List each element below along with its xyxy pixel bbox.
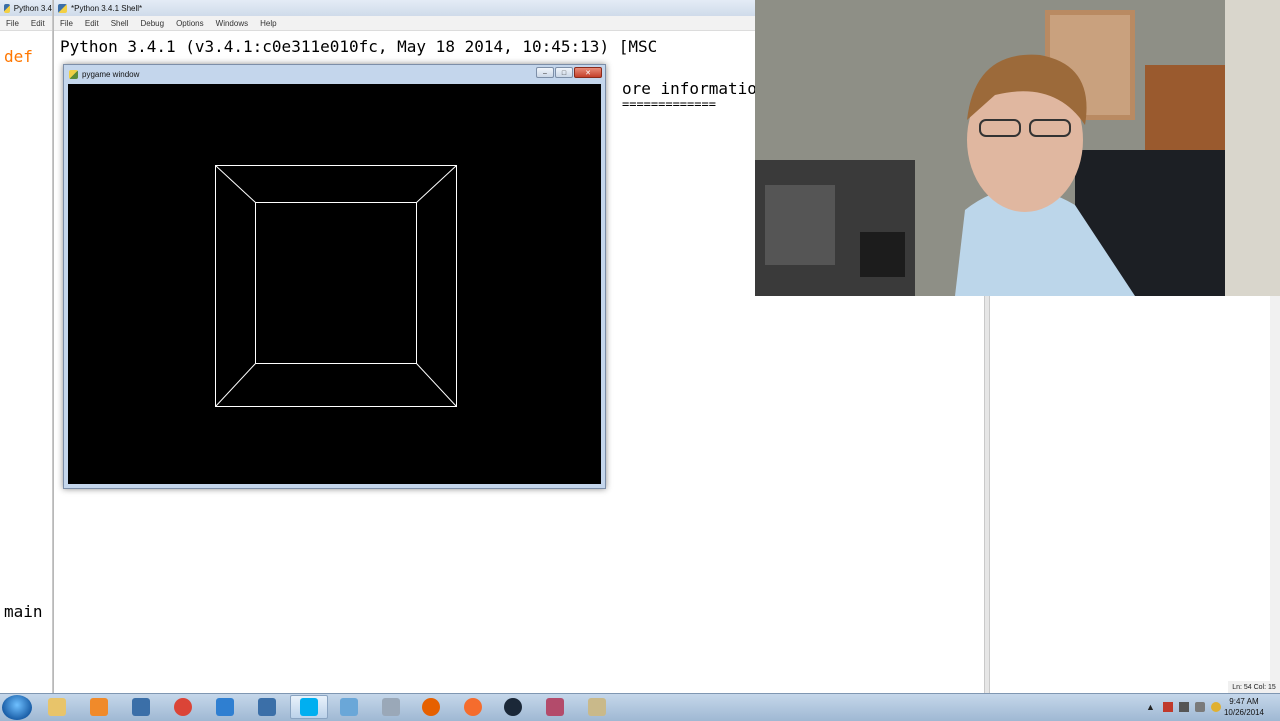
pygame-icon	[69, 69, 78, 79]
tool-icon	[588, 698, 606, 716]
python-idle-icon	[258, 698, 276, 716]
steam-icon	[504, 698, 522, 716]
taskbar-app-firefox[interactable]	[412, 695, 450, 719]
webcam-app-icon	[382, 698, 400, 716]
shell-banner-line: Python 3.4.1 (v3.4.1:c0e311e010fc, May 1…	[60, 37, 658, 56]
shell-info-line: ore informatio	[622, 79, 756, 98]
chrome-icon	[174, 698, 192, 716]
menu-edit[interactable]: Edit	[25, 19, 51, 28]
clock[interactable]: 9:47 AM 10/26/2014	[1224, 696, 1264, 718]
taskbar: ▲ 9:47 AM 10/26/2014	[0, 693, 1280, 721]
cube-back-face	[255, 202, 417, 364]
code-main-call: main	[4, 602, 43, 621]
firefox-icon	[422, 698, 440, 716]
cube-edge-top-left	[215, 165, 256, 203]
notepad-icon	[340, 698, 358, 716]
taskbar-app-skype[interactable]	[290, 695, 328, 719]
tray-app-icon[interactable]	[1210, 702, 1221, 712]
close-button[interactable]: ✕	[574, 67, 602, 78]
taskbar-app-webcam-app[interactable]	[372, 695, 410, 719]
pygame-titlebar[interactable]: pygame window	[64, 65, 605, 83]
menu-help[interactable]: Help	[254, 19, 282, 28]
origin-icon	[464, 698, 482, 716]
right-editor-area	[755, 296, 1280, 693]
clock-date: 10/26/2014	[1223, 708, 1264, 717]
menu-debug[interactable]: Debug	[134, 19, 170, 28]
taskbar-app-chrome[interactable]	[164, 695, 202, 719]
editor-status-position: Ln: 54 Col: 15	[1228, 681, 1280, 693]
python-icon	[58, 3, 67, 13]
python-icon	[4, 3, 10, 13]
pygame-window[interactable]: pygame window – □ ✕	[63, 64, 606, 489]
media-player-icon	[90, 698, 108, 716]
network-icon[interactable]	[1178, 702, 1189, 712]
taskbar-app-origin[interactable]	[454, 695, 492, 719]
taskbar-app-python-file[interactable]	[122, 695, 160, 719]
menu-file[interactable]: File	[0, 19, 25, 28]
taskbar-app-paint[interactable]	[536, 695, 574, 719]
taskbar-app-python-idle[interactable]	[248, 695, 286, 719]
shell-separator-line: =============	[622, 97, 716, 111]
maximize-button[interactable]: □	[555, 67, 573, 78]
shell-title: *Python 3.4.1 Shell*	[71, 3, 143, 13]
taskbar-app-tool[interactable]	[578, 695, 616, 719]
pygame-title: pygame window	[82, 69, 140, 79]
python-file-icon	[132, 698, 150, 716]
shell-titlebar[interactable]: *Python 3.4.1 Shell*	[54, 0, 756, 16]
taskbar-app-media-player[interactable]	[80, 695, 118, 719]
vertical-scrollbar[interactable]	[1270, 296, 1280, 693]
app-blue-icon	[216, 698, 234, 716]
taskbar-app-steam[interactable]	[494, 695, 532, 719]
volume-icon[interactable]	[1194, 702, 1205, 712]
cube-front-face	[215, 165, 457, 407]
cube-edge-bottom-left	[215, 363, 256, 407]
menu-options[interactable]: Options	[170, 19, 210, 28]
clock-time: 9:47 AM	[1229, 697, 1259, 706]
minimize-button[interactable]: –	[536, 67, 554, 78]
taskbar-app-windows-explorer[interactable]	[38, 695, 76, 719]
window-divider[interactable]	[984, 296, 990, 693]
windows-explorer-icon	[48, 698, 66, 716]
code-keyword-def: def	[4, 47, 33, 66]
left-editor-window: Python 3.4 File Edit def main	[0, 0, 53, 693]
menu-windows[interactable]: Windows	[210, 19, 254, 28]
webcam-feed-image	[755, 0, 1280, 296]
paint-icon	[546, 698, 564, 716]
menu-file[interactable]: File	[54, 19, 79, 28]
left-window-titlebar[interactable]: Python 3.4	[0, 0, 52, 16]
start-button[interactable]	[2, 695, 32, 720]
cube-edge-bottom-right	[416, 363, 457, 407]
left-window-title: Python 3.4	[13, 3, 52, 13]
pygame-canvas[interactable]	[68, 84, 601, 484]
shell-menubar: File Edit Shell Debug Options Windows He…	[54, 16, 756, 31]
webcam-overlay	[755, 0, 1280, 296]
show-hidden-icons[interactable]: ▲	[1146, 702, 1155, 712]
cube-edge-top-right	[416, 165, 457, 203]
wireframe-cube	[215, 165, 457, 407]
flag-icon[interactable]	[1162, 702, 1173, 712]
skype-icon	[300, 698, 318, 716]
menu-edit[interactable]: Edit	[79, 19, 105, 28]
taskbar-app-app-blue[interactable]	[206, 695, 244, 719]
taskbar-app-notepad[interactable]	[330, 695, 368, 719]
left-window-menubar: File Edit	[0, 16, 52, 31]
menu-shell[interactable]: Shell	[105, 19, 135, 28]
